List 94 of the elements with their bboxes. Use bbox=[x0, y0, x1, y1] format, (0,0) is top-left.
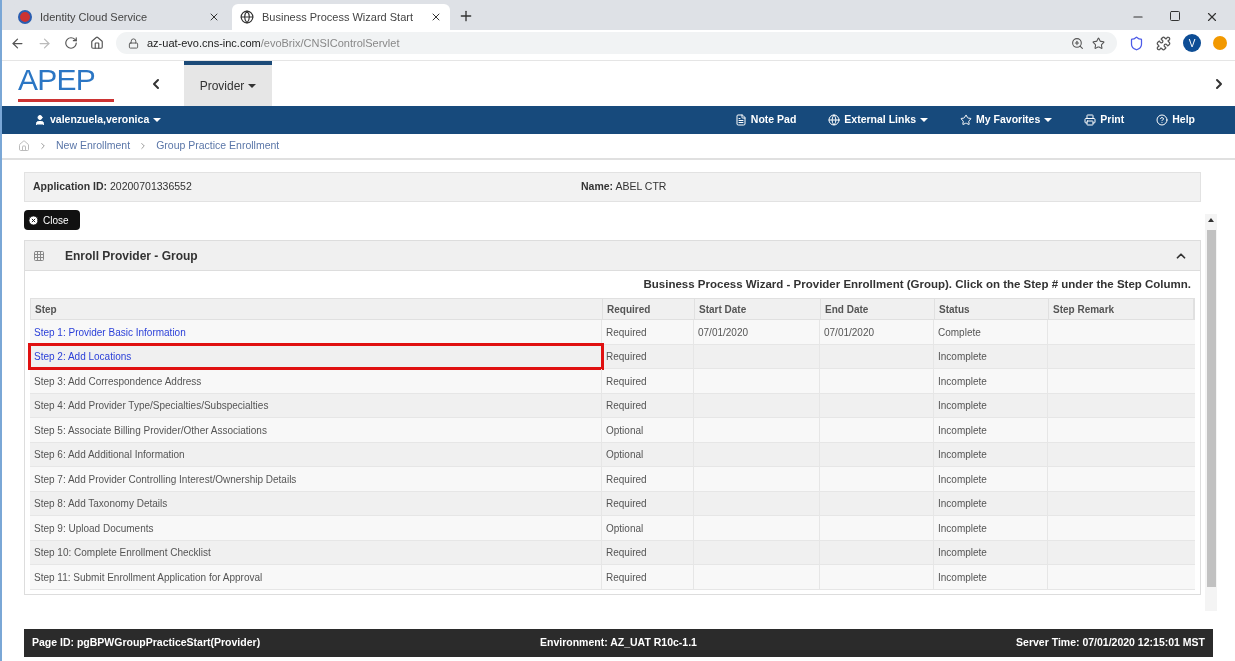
table-cell-text: Incomplete bbox=[938, 350, 987, 364]
application-id: Application ID: 20200701336552 bbox=[33, 179, 193, 195]
browser-tab[interactable]: Business Process Wizard Start bbox=[232, 4, 450, 30]
table-cell-text: Incomplete bbox=[938, 570, 987, 585]
site-icon bbox=[18, 10, 32, 24]
column-header: Status bbox=[935, 299, 1049, 320]
close-button[interactable]: Close bbox=[24, 210, 80, 230]
table-cell-text: Incomplete bbox=[938, 374, 987, 389]
user-menu[interactable]: valenzuela,veronica bbox=[50, 112, 162, 128]
tab-title: Identity Cloud Service bbox=[40, 9, 148, 25]
new-tab-icon[interactable] bbox=[458, 8, 474, 24]
close-icon bbox=[28, 214, 39, 226]
table-cell-text: Required bbox=[606, 546, 647, 560]
breadcrumb-link[interactable]: New Enrollment bbox=[56, 138, 131, 154]
star-icon bbox=[960, 114, 973, 126]
table-cell-text: Incomplete bbox=[938, 399, 987, 413]
nav-link[interactable]: Help bbox=[1172, 112, 1195, 128]
nav-link[interactable]: Note Pad bbox=[750, 112, 797, 128]
application-name: Name: ABEL CTR bbox=[581, 179, 667, 195]
tab-title: Business Process Wizard Start bbox=[262, 9, 414, 25]
step-text: Step 10: Complete Enrollment Checklist bbox=[34, 546, 211, 560]
provider-menu[interactable]: Provider bbox=[184, 61, 272, 106]
home-icon[interactable] bbox=[90, 36, 104, 50]
panel-title: Enroll Provider - Group bbox=[65, 247, 199, 265]
step-text: Step 7: Add Provider Controlling Interest/Ownership Details bbox=[34, 472, 297, 487]
grid-icon bbox=[33, 249, 45, 262]
address-bar[interactable]: az-uat-evo.cns-inc.com/evoBrix/CNSIControlServlet bbox=[116, 32, 1117, 54]
extension-icon[interactable] bbox=[1129, 35, 1144, 51]
table-cell-text: 07/01/2020 bbox=[698, 325, 749, 340]
table-cell-text: Incomplete bbox=[938, 521, 987, 536]
globe-icon bbox=[240, 10, 254, 24]
step-text: Step 4: Add Provider Type/Specialties/Subspecialties bbox=[34, 399, 269, 413]
table-cell-text: Required bbox=[606, 399, 647, 413]
table-cell-text: 07/01/2020 bbox=[824, 325, 875, 340]
wizard-caption: Business Process Wizard - Provider Enrollment (Group). Click on the Step # under the Step Column. bbox=[642, 277, 1192, 292]
bookmark-icon[interactable] bbox=[1092, 36, 1105, 50]
url-text: az-uat-evo.cns-inc.com/evoBrix/CNSIControlServlet bbox=[147, 35, 400, 51]
table-cell-text: Required bbox=[606, 350, 647, 364]
step-link[interactable]: Step 2: Add Locations bbox=[34, 349, 132, 364]
server-time: Server Time: 07/01/2020 12:15:01 MST bbox=[1016, 635, 1205, 651]
reload-icon[interactable] bbox=[64, 36, 78, 50]
table-cell-text: Required bbox=[606, 570, 647, 585]
table-cell-text: Incomplete bbox=[938, 546, 987, 560]
notepad-icon bbox=[734, 114, 747, 126]
table-cell-text: Incomplete bbox=[938, 497, 987, 511]
table-cell-text: Required bbox=[606, 472, 647, 487]
caret-icon bbox=[248, 84, 257, 89]
column-header: Required bbox=[603, 299, 695, 320]
restore-icon[interactable] bbox=[1169, 10, 1181, 22]
column-header: Step Remark bbox=[1049, 299, 1194, 320]
profile-avatar[interactable]: V bbox=[1183, 34, 1201, 52]
separator-icon bbox=[38, 141, 48, 151]
back-icon[interactable] bbox=[10, 35, 25, 51]
user-icon bbox=[34, 114, 46, 126]
zoom-icon[interactable] bbox=[1071, 36, 1084, 50]
step-link[interactable]: Step 1: Provider Basic Information bbox=[34, 324, 186, 340]
extensions-icon[interactable] bbox=[1156, 35, 1171, 51]
table-cell-text: Required bbox=[606, 497, 647, 511]
page-id: Page ID: pgBPWGroupPracticeStart(Provider) bbox=[32, 635, 262, 651]
caret-icon bbox=[153, 118, 162, 123]
help-icon bbox=[1156, 114, 1169, 126]
scroll-up-icon[interactable] bbox=[1208, 218, 1214, 222]
table-cell-text: Required bbox=[606, 325, 647, 340]
table-cell-text: Optional bbox=[606, 448, 644, 462]
close-icon[interactable] bbox=[1205, 10, 1219, 24]
environment: Environment: AZ_UAT R10c-1.1 bbox=[540, 635, 698, 651]
table-cell-text: Incomplete bbox=[938, 472, 987, 487]
close-icon[interactable] bbox=[208, 11, 220, 23]
table-cell-text: Optional bbox=[606, 521, 644, 536]
step-text: Step 5: Associate Billing Provider/Other Associations bbox=[34, 423, 267, 438]
step-text: Step 6: Add Additional Information bbox=[34, 448, 185, 462]
close-icon[interactable] bbox=[430, 11, 442, 23]
step-text: Step 11: Submit Enrollment Application for Approval bbox=[34, 570, 263, 585]
step-text: Step 8: Add Taxonomy Details bbox=[34, 497, 168, 511]
column-header: End Date bbox=[821, 299, 935, 320]
lock-icon bbox=[128, 37, 139, 49]
nav-link[interactable]: Print bbox=[1100, 112, 1125, 128]
scrollbar[interactable] bbox=[1205, 214, 1217, 611]
step-text: Step 9: Upload Documents bbox=[34, 521, 154, 536]
table-cell-text: Optional bbox=[606, 423, 644, 438]
nav-link[interactable]: My Favorites bbox=[976, 112, 1053, 128]
table-cell-text: Required bbox=[606, 374, 647, 389]
table-cell-text: Incomplete bbox=[938, 423, 987, 438]
nav-link[interactable]: External Links bbox=[844, 112, 929, 128]
table-cell-text: Incomplete bbox=[938, 448, 987, 462]
column-header: Step bbox=[31, 299, 603, 320]
logo-text: APEP bbox=[18, 65, 97, 95]
print-icon bbox=[1084, 114, 1097, 126]
globe-icon bbox=[828, 114, 841, 126]
logo[interactable]: APEP bbox=[2, 61, 128, 106]
breadcrumb-link[interactable]: Group Practice Enrollment bbox=[156, 138, 280, 154]
step-text: Step 3: Add Correspondence Address bbox=[34, 374, 202, 389]
table-cell-text: Complete bbox=[938, 325, 981, 340]
column-header: Start Date bbox=[695, 299, 821, 320]
